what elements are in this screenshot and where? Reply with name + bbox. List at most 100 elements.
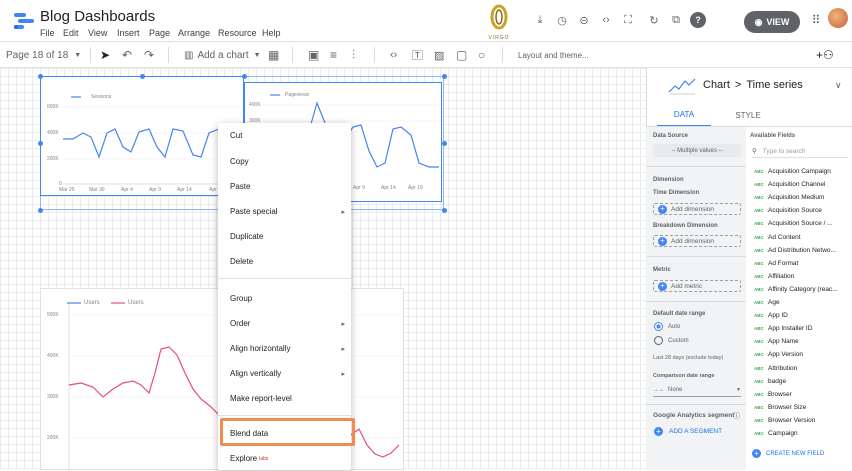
download-icon[interactable]: ⤓ bbox=[532, 12, 548, 28]
field-item[interactable]: ABC Acquisition Source bbox=[754, 205, 822, 216]
menu-insert[interactable]: Insert bbox=[117, 28, 140, 38]
help-icon[interactable]: ⓘ bbox=[733, 411, 740, 421]
resize-handle[interactable] bbox=[442, 74, 447, 79]
menu-item-explore[interactable]: Explore labs bbox=[218, 446, 351, 471]
blend-data-highlight bbox=[220, 418, 355, 446]
apps-grid-icon[interactable]: ⠿ bbox=[808, 12, 824, 28]
fullscreen-icon[interactable]: ⛶ bbox=[620, 12, 636, 28]
sessions-time-series-chart[interactable]: Sessions 600K 400K 200K 0 Mar 25 Mar 30 … bbox=[40, 76, 244, 196]
field-item[interactable]: ABC Ad Content bbox=[754, 232, 801, 243]
community-viz-icon[interactable]: ▦ bbox=[268, 47, 279, 63]
field-item[interactable]: ABC Browser Version bbox=[754, 415, 815, 426]
menu-resource[interactable]: Resource bbox=[218, 28, 257, 38]
copy-icon[interactable]: ⧉ bbox=[668, 12, 684, 28]
url-embed-icon[interactable]: ‹› bbox=[390, 47, 397, 63]
rectangle-icon[interactable]: ▢ bbox=[456, 47, 467, 63]
text-icon[interactable]: 🅃 bbox=[412, 47, 423, 63]
tab-data[interactable]: DATA bbox=[657, 104, 711, 127]
create-new-field-button[interactable]: + CREATE NEW FIELD bbox=[752, 449, 824, 458]
add-time-dimension-button[interactable]: + Add dimension bbox=[653, 203, 741, 215]
view-button[interactable]: ◉ VIEW bbox=[744, 11, 800, 33]
menu-item-align-vertically[interactable]: Align vertically ▸ bbox=[218, 361, 351, 386]
field-item[interactable]: ABC Ad Distribution Netwo... bbox=[754, 245, 836, 256]
resize-handle[interactable] bbox=[38, 141, 43, 146]
report-title[interactable]: Blog Dashboards bbox=[40, 8, 155, 25]
field-item[interactable]: ABC badge bbox=[754, 376, 786, 387]
page-selector[interactable]: Page 18 of 18 ▼ bbox=[6, 47, 81, 63]
link-icon[interactable]: ⊝ bbox=[576, 12, 592, 28]
radio-custom[interactable] bbox=[654, 336, 663, 345]
field-search-input[interactable]: ⚲ Type to search bbox=[752, 145, 848, 158]
add-metric-button[interactable]: + Add metric bbox=[653, 280, 741, 292]
add-chart-button[interactable]: ▥ Add a chart ▼ bbox=[184, 47, 261, 63]
menu-edit[interactable]: Edit bbox=[63, 28, 79, 38]
text-type-icon: ABC bbox=[754, 339, 764, 345]
menu-item-delete[interactable]: Delete bbox=[218, 249, 351, 274]
field-item[interactable]: ABC App Installer ID bbox=[754, 323, 812, 334]
none-label: None bbox=[668, 387, 683, 393]
field-item[interactable]: ABC Ad Format bbox=[754, 258, 798, 269]
menu-item-copy[interactable]: Copy bbox=[218, 149, 351, 174]
add-segment-button[interactable]: + ADD A SEGMENT bbox=[654, 427, 722, 436]
menu-item-cut[interactable]: Cut bbox=[218, 123, 351, 148]
image-icon[interactable]: ▨ bbox=[434, 47, 444, 63]
menu-file[interactable]: File bbox=[40, 28, 55, 38]
add-breakdown-dimension-button[interactable]: + Add dimension bbox=[653, 235, 741, 247]
field-item[interactable]: ABC App ID bbox=[754, 310, 788, 321]
field-item[interactable]: ABC App Version bbox=[754, 349, 803, 360]
resize-handle[interactable] bbox=[242, 74, 247, 79]
field-item[interactable]: ABC Affiliation bbox=[754, 271, 794, 282]
menu-item-order[interactable]: Order ▸ bbox=[218, 311, 351, 336]
menu-item-duplicate[interactable]: Duplicate bbox=[218, 224, 351, 249]
x-tick: Apr 19 bbox=[408, 185, 423, 191]
refresh-icon[interactable]: ↻ bbox=[646, 12, 662, 28]
user-avatar[interactable] bbox=[828, 8, 848, 28]
resize-handle[interactable] bbox=[38, 74, 43, 79]
submenu-arrow-icon: ▸ bbox=[341, 370, 345, 378]
field-item[interactable]: ABC App Name bbox=[754, 336, 799, 347]
date-range-icon[interactable]: ▣ bbox=[308, 47, 319, 63]
breadcrumb-chart[interactable]: Chart bbox=[703, 79, 730, 91]
text-type-icon: ABC bbox=[754, 182, 764, 188]
chevron-down-icon[interactable]: ∨ bbox=[835, 80, 842, 91]
undo-icon[interactable]: ↶ bbox=[122, 47, 132, 63]
select-cursor-icon[interactable]: ➤ bbox=[100, 47, 110, 63]
menu-item-align-horizontally[interactable]: Align horizontally ▸ bbox=[218, 336, 351, 361]
help-icon[interactable]: ? bbox=[690, 12, 706, 28]
field-item[interactable]: ABC Acquisition Medium bbox=[754, 192, 824, 203]
field-item[interactable]: ABC Browser bbox=[754, 389, 792, 400]
field-item[interactable]: ABC Acquisition Source / ... bbox=[754, 218, 833, 229]
resize-handle[interactable] bbox=[140, 74, 145, 79]
menu-help[interactable]: Help bbox=[262, 28, 281, 38]
redo-icon[interactable]: ↷ bbox=[144, 47, 154, 63]
data-control-icon[interactable]: ⫶ bbox=[352, 47, 355, 63]
breadcrumb-chart-type[interactable]: Time series bbox=[746, 79, 802, 91]
resize-handle[interactable] bbox=[38, 208, 43, 213]
resize-handle[interactable] bbox=[442, 208, 447, 213]
menu-item-group[interactable]: Group bbox=[218, 286, 351, 311]
radio-auto[interactable] bbox=[654, 322, 663, 331]
embed-icon[interactable]: ‹› bbox=[598, 12, 614, 28]
field-item[interactable]: ABC Age bbox=[754, 297, 780, 308]
menu-page[interactable]: Page bbox=[149, 28, 170, 38]
schedule-icon[interactable]: ◷ bbox=[554, 12, 570, 28]
field-item[interactable]: ABC Affinity Category (reac... bbox=[754, 284, 838, 295]
field-item[interactable]: ABC Acquisition Channel bbox=[754, 179, 825, 190]
add-user-icon[interactable]: +⚇ bbox=[816, 47, 834, 63]
layout-theme-button[interactable]: Layout and theme... bbox=[518, 47, 589, 63]
menu-arrange[interactable]: Arrange bbox=[178, 28, 210, 38]
menu-view[interactable]: View bbox=[88, 28, 107, 38]
comparison-select[interactable]: →← None ▼ bbox=[653, 384, 741, 397]
menu-item-paste[interactable]: Paste bbox=[218, 174, 351, 199]
field-label: Acquisition Source / ... bbox=[768, 220, 833, 228]
field-item[interactable]: ABC Attribution bbox=[754, 363, 797, 374]
menu-item-paste-special[interactable]: Paste special ▸ bbox=[218, 199, 351, 224]
filter-control-icon[interactable]: ≡ bbox=[330, 47, 337, 63]
circle-icon[interactable]: ○ bbox=[478, 47, 485, 63]
tab-style[interactable]: STYLE bbox=[725, 104, 771, 127]
field-item[interactable]: ABC Acquisition Campaign bbox=[754, 166, 831, 177]
menu-item-make-report-level[interactable]: Make report-level bbox=[218, 386, 351, 411]
field-item[interactable]: ABC Browser Size bbox=[754, 402, 806, 413]
data-source-select[interactable]: -- Multiple values -- bbox=[653, 144, 741, 157]
field-item[interactable]: ABC Campaign bbox=[754, 428, 798, 439]
